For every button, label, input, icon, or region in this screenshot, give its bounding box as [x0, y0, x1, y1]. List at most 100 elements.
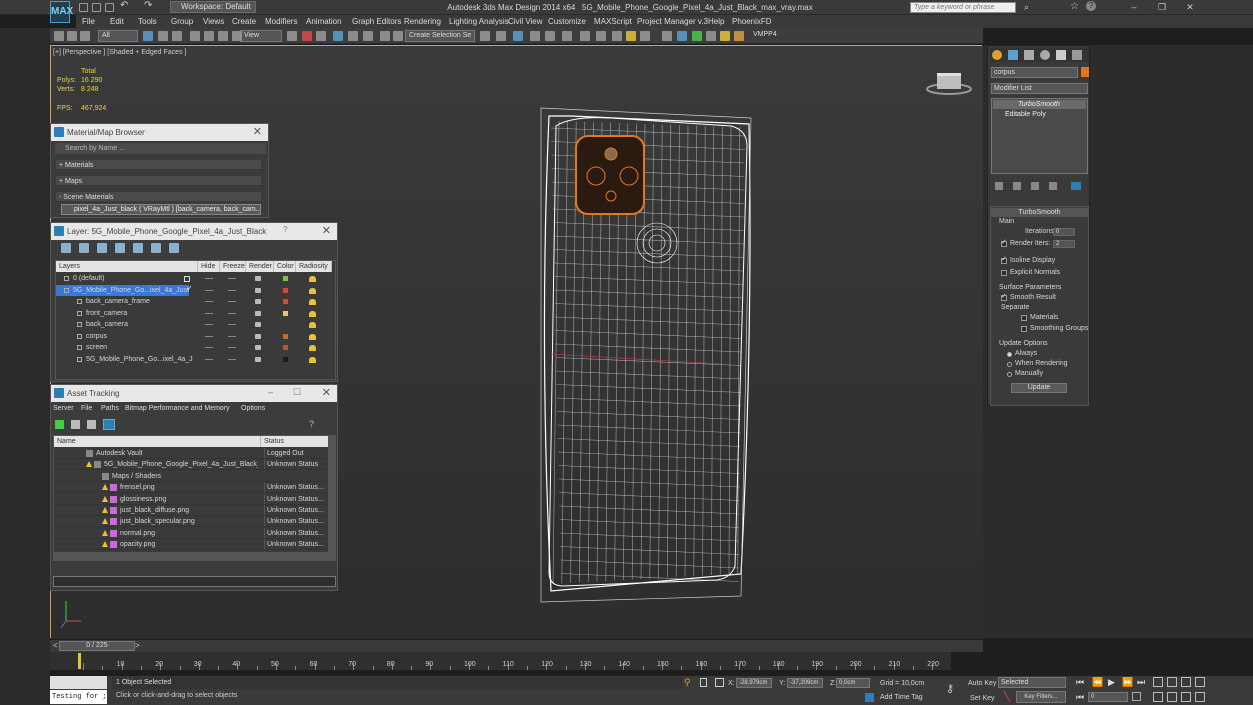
render-teapot-icon[interactable]	[255, 276, 261, 281]
toolbar-tool-icon[interactable]	[496, 31, 506, 41]
stack-item-editable-poly[interactable]: Editable Poly	[993, 110, 1086, 119]
freeze-toggle[interactable]	[228, 324, 236, 325]
prev-key-icon[interactable]: ⏪	[1092, 677, 1103, 688]
asset-row[interactable]: frensel.png Unknown Status...	[54, 482, 328, 494]
asset-row[interactable]: normal.png Unknown Status...	[54, 527, 328, 539]
hide-toggle[interactable]	[205, 347, 213, 348]
radiosity-icon[interactable]	[309, 322, 316, 328]
absolute-mode-icon[interactable]	[715, 678, 724, 687]
utilities-tab-icon[interactable]	[1072, 50, 1082, 60]
help-icon[interactable]: ?	[1086, 1, 1096, 11]
configure-sets-icon[interactable]	[1071, 182, 1081, 190]
hide-toggle[interactable]	[205, 312, 213, 314]
vmpp-label[interactable]: VMPP4	[753, 31, 777, 38]
menu-modifiers[interactable]: Modifiers	[265, 16, 297, 27]
create-tab-icon[interactable]	[992, 50, 1002, 60]
asset-menu-bitmap-performance-and-memory[interactable]: Bitmap Performance and Memory	[125, 405, 230, 412]
render-teapot-icon[interactable]	[255, 333, 261, 339]
refresh-icon[interactable]	[55, 420, 64, 429]
modifier-list-dropdown[interactable]: Modifier List	[991, 83, 1088, 94]
pin-stack-icon[interactable]	[995, 182, 1003, 190]
make-unique-icon[interactable]	[1031, 182, 1039, 190]
layer-color-swatch[interactable]	[283, 356, 288, 362]
search-input[interactable]: Type a keyword or phrase	[910, 2, 1016, 13]
named-selection-dropdown[interactable]: Create Selection Se	[405, 30, 475, 42]
asset-menu-file[interactable]: File	[81, 405, 92, 412]
layer-color-swatch[interactable]	[283, 333, 288, 339]
asset-row[interactable]: Maps / Shaders	[54, 471, 328, 482]
freeze-toggle[interactable]	[228, 312, 236, 314]
radiosity-icon[interactable]	[309, 310, 316, 317]
next-key-icon[interactable]: ⏩	[1122, 677, 1133, 688]
menu-lighting-analysis[interactable]: Lighting Analysis	[449, 16, 509, 27]
new-layer-icon[interactable]	[61, 243, 71, 253]
minimize-button[interactable]: –	[268, 387, 273, 397]
toolbar-tool-icon[interactable]	[54, 31, 64, 41]
layer-row[interactable]: 5G_Mobile_Phone_Go...ixel_4a_Just	[56, 284, 189, 296]
layer-row[interactable]: back_camera	[56, 319, 335, 330]
toolbar-tool-icon[interactable]	[302, 31, 312, 41]
render-teapot-icon[interactable]	[255, 322, 261, 327]
time-tag-icon[interactable]	[865, 693, 874, 702]
layer-col-color[interactable]: Color	[274, 261, 296, 272]
render-teapot-icon[interactable]	[255, 310, 261, 316]
radiosity-icon[interactable]	[309, 345, 316, 351]
workspace-dropdown[interactable]: Workspace: Default	[170, 1, 256, 13]
layer-col-freeze[interactable]: Freeze	[220, 261, 246, 272]
toolbar-tool-icon[interactable]	[734, 31, 744, 41]
new-icon[interactable]	[79, 3, 88, 12]
update-button[interactable]: Update	[1011, 383, 1067, 393]
toolbar-tool-icon[interactable]	[720, 31, 730, 41]
render-iters-spinner[interactable]: 2	[1053, 240, 1075, 248]
asset-menu-server[interactable]: Server	[53, 405, 74, 412]
highlight-layer-icon[interactable]	[133, 243, 143, 253]
close-button[interactable]: ✕	[1182, 1, 1198, 13]
toolbar-tool-icon[interactable]	[677, 31, 687, 41]
asset-row[interactable]: opacity.png Unknown Status...	[54, 539, 328, 551]
layer-col-radiosity[interactable]: Radiosity	[296, 261, 332, 272]
play-icon[interactable]: ▶	[1108, 677, 1115, 688]
hide-toggle[interactable]	[205, 289, 213, 291]
save-icon[interactable]	[105, 3, 114, 12]
menu-graph-editors[interactable]: Graph Editors	[352, 16, 401, 27]
next-frame-icon[interactable]: >	[135, 641, 140, 650]
delete-layer-icon[interactable]	[79, 243, 89, 253]
key-icon[interactable]: ⚷	[946, 682, 954, 695]
current-layer-box[interactable]	[184, 276, 190, 282]
y-coordinate-field[interactable]: -37,209cm	[787, 678, 823, 688]
toolbar-tool-icon[interactable]	[67, 31, 77, 41]
hide-all-icon[interactable]	[151, 243, 161, 253]
reference-coord-dropdown[interactable]: View	[240, 30, 282, 42]
select-in-layer-icon[interactable]	[115, 243, 125, 253]
toolbar-tool-icon[interactable]	[172, 31, 182, 41]
toolbar-tool-icon[interactable]	[612, 31, 622, 41]
stack-item-turbosmooth[interactable]: TurboSmooth	[993, 100, 1086, 109]
minimize-button[interactable]: –	[1126, 1, 1142, 13]
modify-tab-icon[interactable]	[1008, 50, 1018, 60]
hide-toggle[interactable]	[205, 358, 213, 360]
menu-civil-view[interactable]: Civil View	[508, 16, 543, 27]
toolbar-tool-icon[interactable]	[158, 31, 168, 41]
radiosity-icon[interactable]	[309, 287, 316, 294]
current-frame-field[interactable]: 0	[1088, 692, 1128, 702]
menu-maxscript[interactable]: MAXScript	[594, 16, 632, 27]
menu-animation[interactable]: Animation	[306, 16, 342, 27]
scene-material-item[interactable]: pixel_4a_Just_black ( VRayMtl ) [back_ca…	[61, 204, 261, 215]
prev-frame-icon[interactable]: <	[53, 641, 58, 650]
add-time-tag[interactable]: Add Time Tag	[880, 694, 923, 701]
redo-icon[interactable]: ↷	[144, 0, 152, 11]
toolbar-tool-icon[interactable]	[580, 31, 590, 41]
time-slider-thumb[interactable]: 0 / 225	[59, 641, 135, 651]
hide-toggle[interactable]	[205, 335, 213, 337]
asset-path-field[interactable]	[53, 576, 336, 587]
object-name-field[interactable]: corpus	[991, 67, 1078, 78]
toolbar-tool-icon[interactable]	[662, 31, 672, 41]
freeze-toggle[interactable]	[228, 278, 236, 279]
status-column-header[interactable]: Status	[261, 436, 329, 447]
freeze-toggle[interactable]	[228, 347, 236, 348]
layer-row[interactable]: back_camera_frame	[56, 296, 335, 307]
key-mode-dropdown[interactable]: Selected	[998, 677, 1066, 688]
key-filter-pen-icon[interactable]: ╲	[1004, 692, 1010, 703]
toolbar-tool-icon[interactable]	[190, 31, 200, 41]
star-icon[interactable]: ☆	[1070, 1, 1079, 12]
